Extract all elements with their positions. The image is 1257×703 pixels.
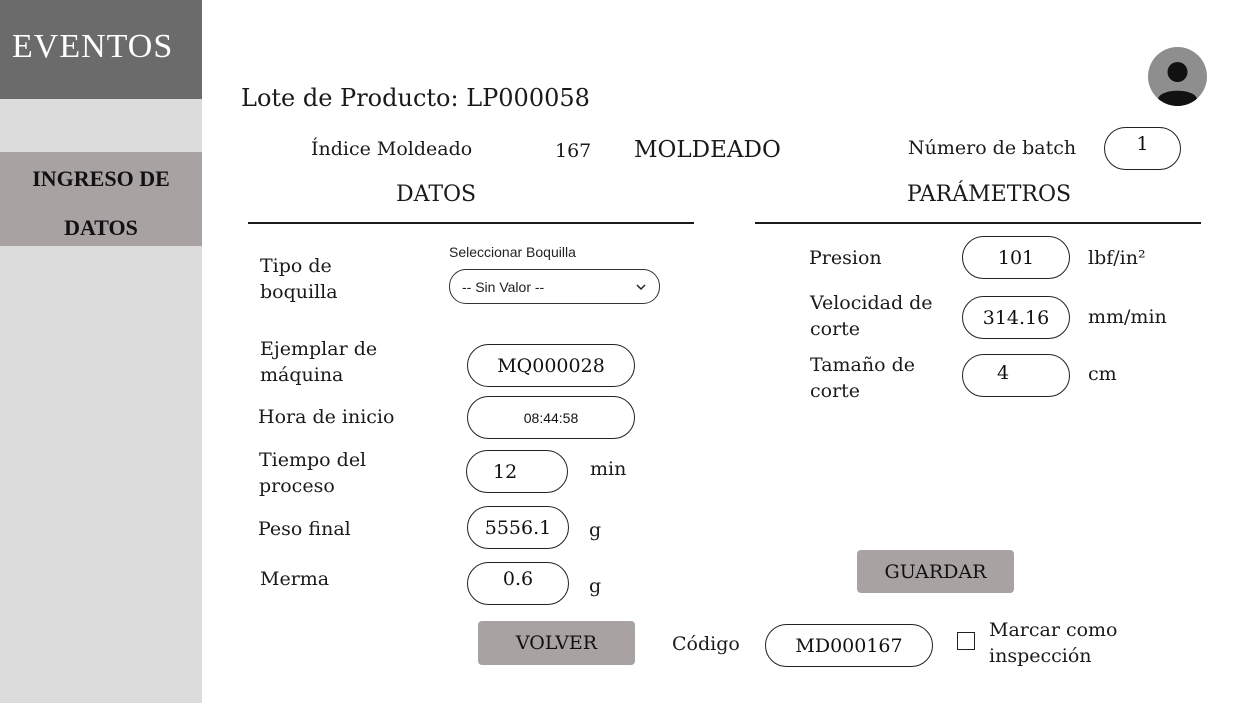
presion-label: Presion [809, 247, 882, 269]
peso-label: Peso final [258, 518, 351, 540]
sidebar-item-label-line1: INGRESO DE [32, 166, 170, 191]
merma-label: Merma [260, 568, 330, 590]
guardar-button-label: GUARDAR [884, 560, 987, 583]
ejemplar-input[interactable]: MQ000028 [467, 344, 635, 387]
inspeccion-label: Marcar como inspección [989, 619, 1118, 667]
tiempo-input[interactable]: 12 [466, 450, 568, 493]
volver-button[interactable]: VOLVER [478, 621, 635, 665]
tamano-unit: cm [1088, 363, 1117, 385]
hora-label: Hora de inicio [258, 406, 395, 428]
presion-unit: lbf/in² [1088, 247, 1146, 269]
user-avatar-icon[interactable] [1148, 47, 1207, 106]
sidebar-item-ingreso-de-datos[interactable]: INGRESO DE DATOS [0, 152, 202, 246]
boquilla-select-value: -- Sin Valor -- [462, 278, 545, 295]
hora-value: 08:44:58 [523, 409, 579, 426]
batch-input[interactable]: 1 [1104, 127, 1181, 170]
brand-title: EVENTOS [12, 28, 174, 65]
tamano-value: 4 [997, 362, 1010, 384]
indice-label: Índice Moldeado [311, 138, 473, 160]
parametros-title: PARÁMETROS [907, 182, 1072, 207]
boquilla-select[interactable]: -- Sin Valor -- [449, 269, 660, 304]
tamano-input[interactable]: 4 [962, 354, 1070, 397]
merma-unit: g [589, 575, 602, 597]
batch-label: Número de batch [908, 137, 1077, 159]
ejemplar-value: MQ000028 [497, 354, 605, 377]
guardar-button[interactable]: GUARDAR [857, 550, 1014, 593]
velocidad-input[interactable]: 314.16 [962, 296, 1070, 339]
chevron-down-icon [636, 283, 646, 290]
tiempo-value: 12 [493, 460, 518, 483]
parametros-divider [755, 222, 1201, 224]
codigo-value: MD000167 [795, 634, 903, 657]
app-brand: EVENTOS [0, 0, 202, 99]
boquilla-select-caption: Seleccionar Boquilla [449, 244, 576, 260]
velocidad-value: 314.16 [982, 306, 1050, 329]
tiempo-label: Tiempo del proceso [259, 449, 367, 497]
codigo-input[interactable]: MD000167 [765, 624, 933, 667]
peso-input[interactable]: 5556.1 [467, 506, 569, 549]
presion-input[interactable]: 101 [962, 236, 1070, 279]
inspeccion-checkbox[interactable] [957, 632, 975, 650]
tipo-boquilla-label: Tipo de boquilla [260, 255, 338, 303]
hora-input[interactable]: 08:44:58 [467, 396, 635, 439]
datos-divider [248, 222, 694, 224]
volver-button-label: VOLVER [515, 632, 598, 654]
sidebar-item-label-line2: DATOS [64, 215, 138, 240]
peso-unit: g [589, 519, 602, 541]
velocidad-unit: mm/min [1088, 306, 1167, 328]
velocidad-label: Velocidad de corte [810, 292, 933, 340]
presion-value: 101 [997, 246, 1035, 269]
codigo-label: Código [672, 633, 740, 655]
merma-input[interactable]: 0.6 [467, 562, 569, 605]
stage-title: MOLDEADO [634, 137, 781, 163]
lote-title: Lote de Producto: LP000058 [241, 84, 590, 112]
indice-value: 167 [555, 140, 592, 162]
sidebar [0, 0, 202, 703]
tiempo-unit: min [590, 458, 627, 480]
peso-value: 5556.1 [484, 516, 552, 539]
ejemplar-label: Ejemplar de máquina [260, 338, 378, 386]
batch-value: 1 [1136, 133, 1149, 155]
tamano-label: Tamaño de corte [810, 354, 915, 402]
user-silhouette-icon [1158, 62, 1197, 106]
datos-title: DATOS [396, 182, 477, 207]
merma-value: 0.6 [502, 568, 534, 590]
